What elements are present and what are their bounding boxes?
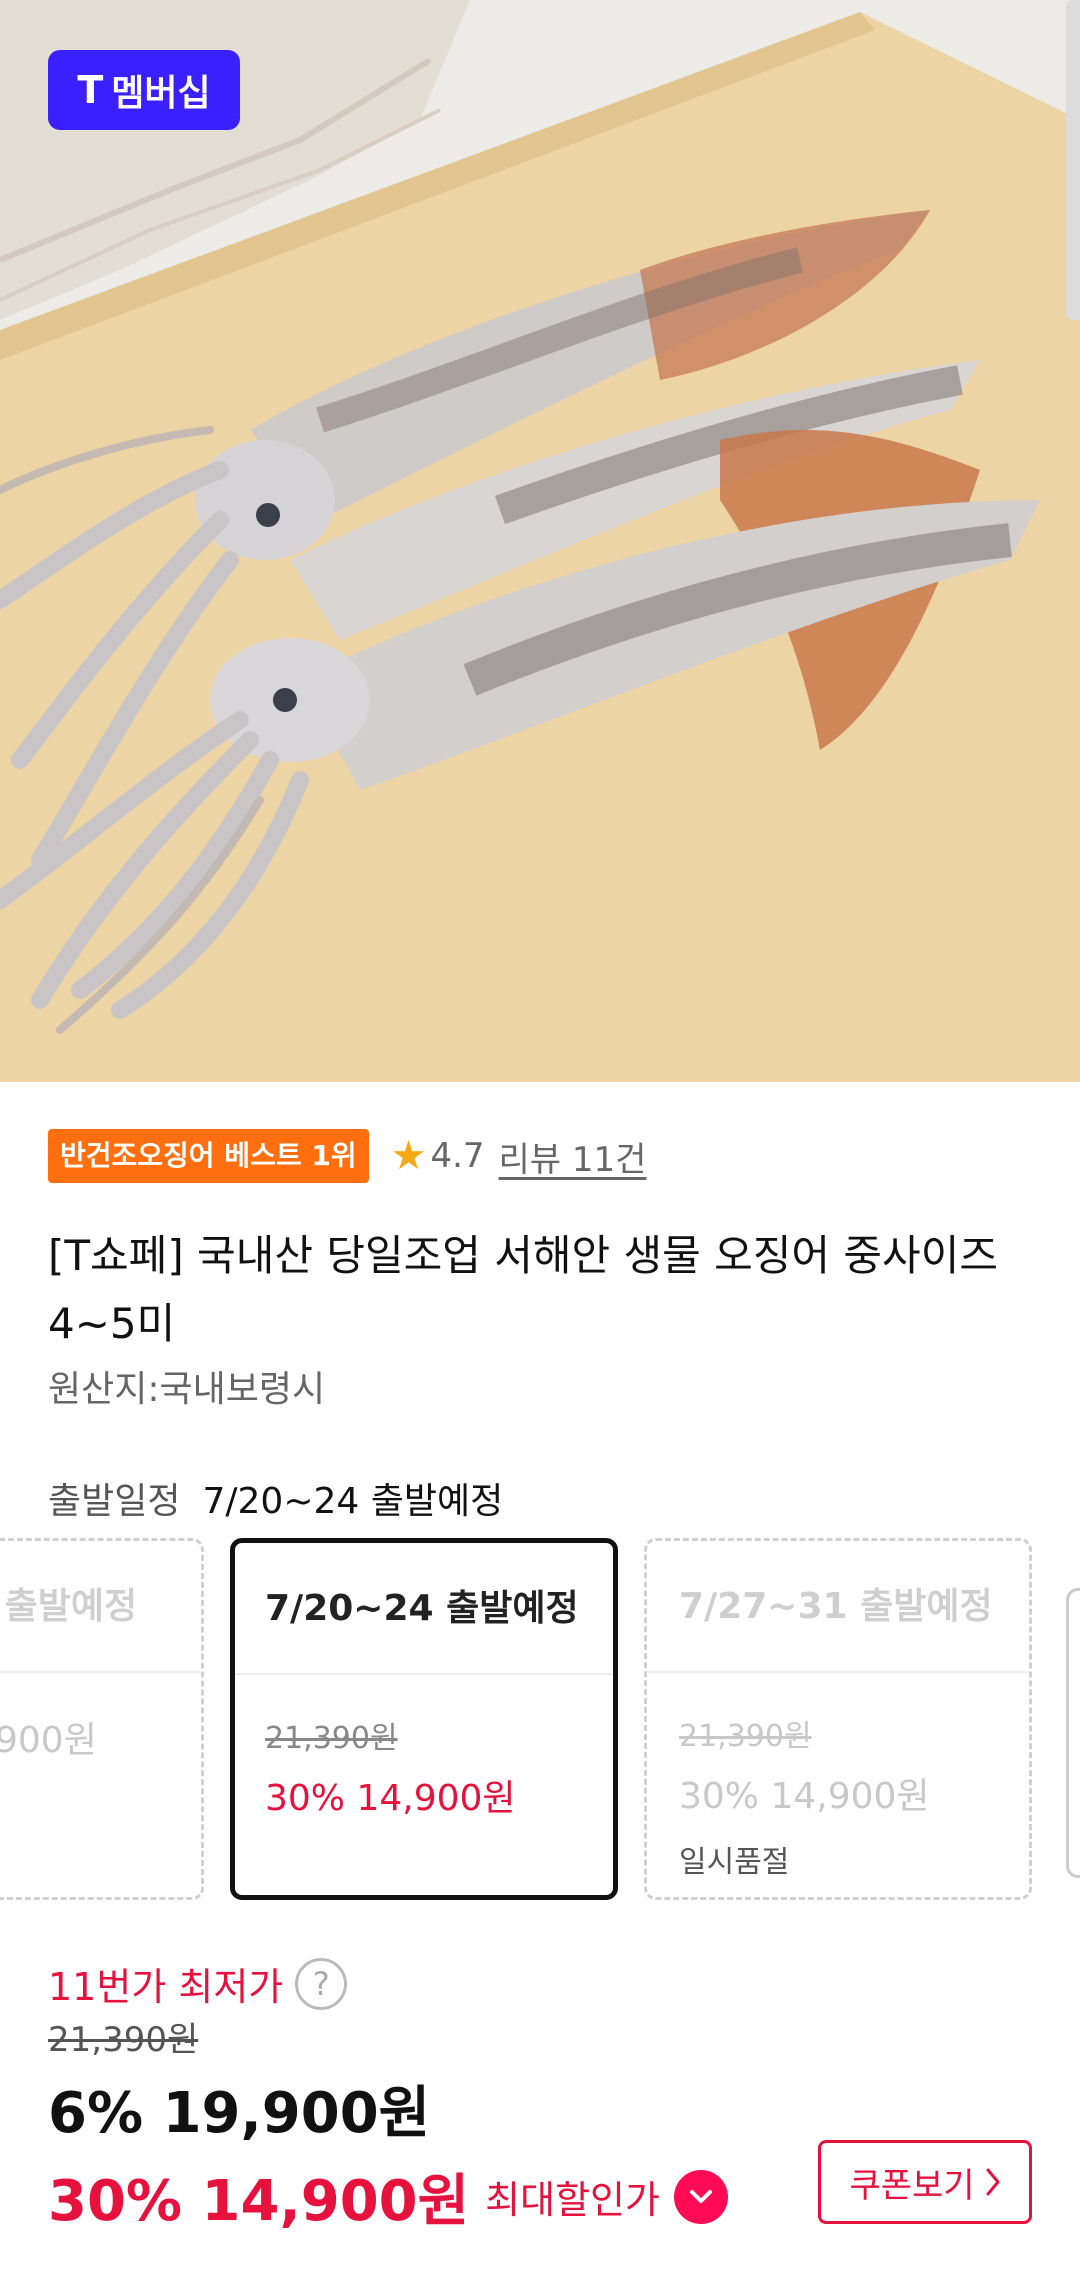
product-title: [T쇼페] 국내산 당일조업 서해안 생물 오징어 중사이즈 4~5미 xyxy=(48,1231,998,1348)
departure-schedule: 출발일정 7/20~24 출발예정 xyxy=(48,1472,503,1524)
max-price-label: 최대할인가 xyxy=(485,2178,660,2222)
schedule-value: 7/20~24 출발예정 xyxy=(202,1481,504,1522)
departure-options: 5 출발예정 900원 7/20~24 출발예정 21,390원 30% 14,… xyxy=(0,1538,1080,1900)
option-card[interactable]: 5 출발예정 900원 xyxy=(0,1538,204,1900)
coupon-button-label: 쿠폰보기 xyxy=(849,2165,975,2206)
option-price: 900원 xyxy=(0,1720,97,1761)
option-label: 5 출발예정 xyxy=(0,1541,201,1673)
option-label: 7/20~24 출발예정 xyxy=(235,1543,613,1675)
max-discount-price: 30% 14,900원 최대할인가 xyxy=(48,2156,728,2237)
original-price: 21,390원 xyxy=(48,2020,199,2060)
product-info: 반건조오징어 베스트 1위 ★ 4.7 리뷰 11건 xyxy=(48,1128,1032,1184)
option-price: 30% 14,900원 xyxy=(679,1776,930,1817)
option-original-price: 21,390원 xyxy=(265,1721,398,1756)
chevron-down-icon[interactable] xyxy=(673,2169,728,2224)
max-price-value: 30% 14,900원 xyxy=(48,2169,470,2234)
rating-value: 4.7 xyxy=(430,1136,485,1176)
rank-row: 반건조오징어 베스트 1위 ★ 4.7 리뷰 11건 xyxy=(48,1128,1032,1184)
option-status: 일시품절 xyxy=(679,1845,790,1880)
scroll-handle[interactable] xyxy=(1066,0,1080,320)
option-card-selected[interactable]: 7/20~24 출발예정 21,390원 30% 14,900원 xyxy=(230,1538,618,1900)
option-label: 7/27~31 출발예정 xyxy=(647,1541,1029,1673)
rating: ★ 4.7 xyxy=(391,1133,485,1179)
option-price: 30% 14,900원 xyxy=(265,1778,516,1819)
chevron-right-icon xyxy=(986,2168,1000,2196)
discount-price: 6% 19,900원 xyxy=(48,2081,431,2146)
help-icon[interactable]: ? xyxy=(295,1957,348,2010)
coupon-button[interactable]: 쿠폰보기 xyxy=(818,2140,1032,2224)
chevron-down-glyph xyxy=(689,2189,712,2203)
membership-label: 멤버십 xyxy=(111,73,211,114)
membership-badge: T 멤버십 xyxy=(48,50,240,130)
best-rank-badge[interactable]: 반건조오징어 베스트 1위 xyxy=(48,1129,369,1183)
star-icon: ★ xyxy=(390,1133,427,1179)
option-original-price: 21,390원 xyxy=(679,1719,812,1754)
product-image[interactable]: T 멤버십 xyxy=(0,0,1080,1082)
schedule-label: 출발일정 xyxy=(48,1481,181,1522)
product-origin: 원산지:국내보령시 xyxy=(48,1369,326,1410)
review-link[interactable]: 리뷰 11건 xyxy=(499,1132,647,1181)
t-logo-icon: T xyxy=(77,68,104,112)
lowest-price-label: 11번가 최저가 ? xyxy=(48,1956,348,2011)
squid-photo xyxy=(0,0,1080,1082)
lowest-price-text: 11번가 최저가 xyxy=(48,1965,284,2009)
option-card-partial[interactable] xyxy=(1066,1588,1080,1878)
option-card[interactable]: 7/27~31 출발예정 21,390원 30% 14,900원 일시품절 xyxy=(644,1538,1032,1900)
